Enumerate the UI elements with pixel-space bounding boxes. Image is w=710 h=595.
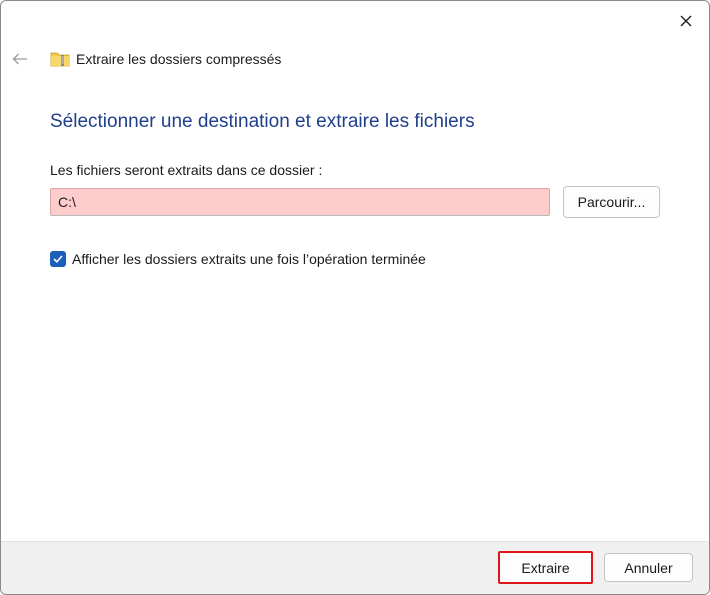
extract-dialog: Extraire les dossiers compressés Sélecti… (0, 0, 710, 595)
back-arrow-icon (12, 53, 27, 65)
browse-button[interactable]: Parcourir... (563, 186, 660, 218)
cancel-button[interactable]: Annuler (604, 553, 693, 582)
zip-folder-icon (50, 52, 70, 67)
dialog-footer: Extraire Annuler (1, 541, 709, 594)
dialog-title: Extraire les dossiers compressés (50, 50, 281, 68)
show-extracted-folders-label: Afficher les dossiers extraits une fois … (72, 251, 426, 267)
destination-path-input[interactable] (50, 188, 550, 216)
destination-label: Les fichiers seront extraits dans ce dos… (50, 162, 323, 178)
page-heading: Sélectionner une destination et extraire… (50, 111, 475, 132)
dialog-title-text: Extraire les dossiers compressés (76, 51, 282, 67)
show-extracted-folders-checkbox[interactable] (50, 251, 66, 267)
checkmark-icon (53, 255, 63, 263)
close-button[interactable] (669, 7, 703, 35)
extract-button[interactable]: Extraire (498, 551, 593, 584)
close-icon (680, 15, 692, 27)
back-button[interactable] (9, 48, 31, 70)
show-extracted-folders-option[interactable]: Afficher les dossiers extraits une fois … (50, 251, 426, 267)
